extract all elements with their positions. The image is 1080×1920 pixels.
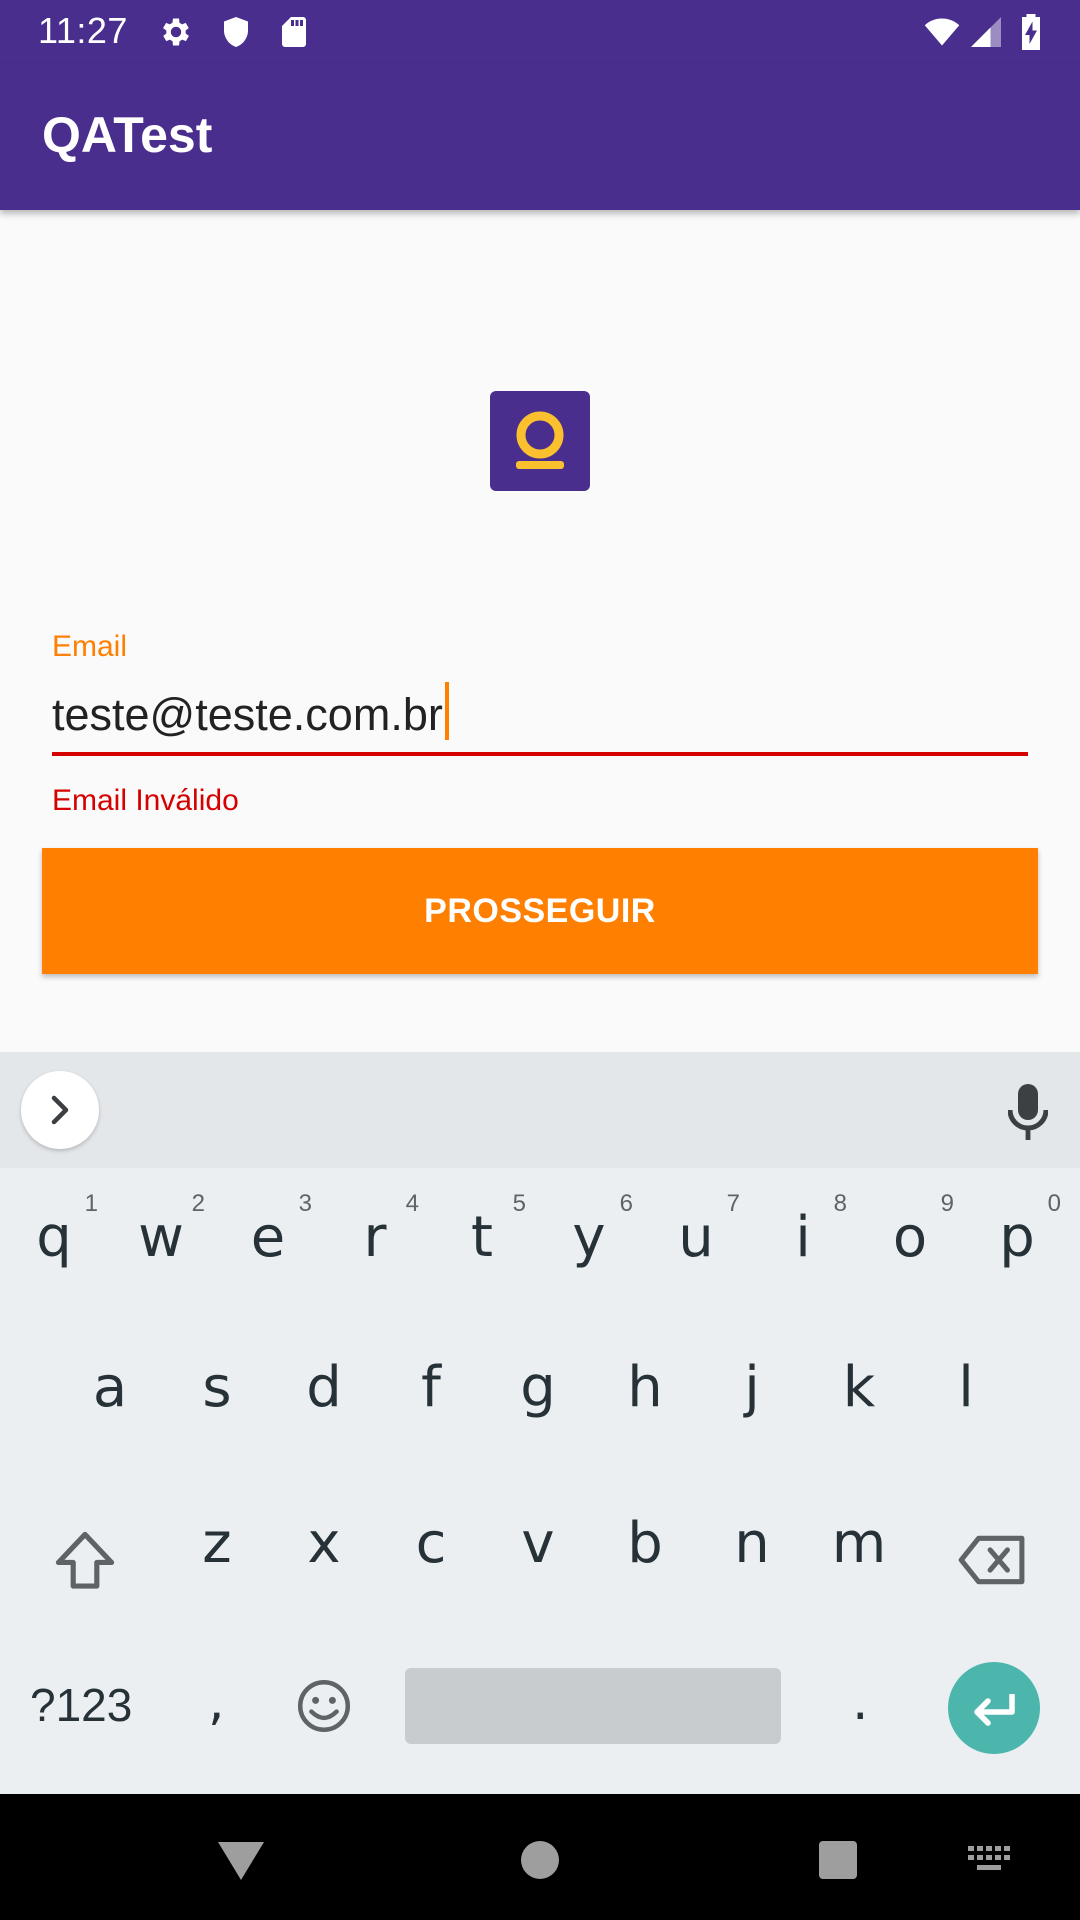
key-b[interactable]: b [591, 1474, 699, 1598]
text-cursor [444, 682, 449, 740]
key-g[interactable]: g [484, 1318, 592, 1442]
emoji-key[interactable] [296, 1678, 352, 1734]
space-key[interactable] [405, 1668, 781, 1744]
key-q[interactable]: q1 [0, 1168, 108, 1292]
key-h[interactable]: h [591, 1318, 699, 1442]
shield-icon [224, 17, 248, 47]
key-f[interactable]: f [377, 1318, 485, 1442]
microphone-icon[interactable] [1008, 1084, 1048, 1140]
key-label: c [415, 1511, 447, 1576]
key-label: f [421, 1355, 441, 1420]
wifi-icon [924, 18, 960, 46]
key-label: b [627, 1511, 663, 1576]
key-hint: 5 [512, 1190, 526, 1217]
key-j[interactable]: j [698, 1318, 806, 1442]
gear-icon [163, 18, 189, 46]
key-label: g [520, 1355, 556, 1420]
status-time: 11:27 [38, 10, 128, 51]
signal-icon [971, 17, 1001, 47]
key-hint: 1 [84, 1190, 98, 1217]
keyboard-toolbar [0, 1052, 1080, 1168]
enter-key[interactable] [948, 1662, 1040, 1754]
key-label: x [307, 1511, 341, 1576]
key-k[interactable]: k [805, 1318, 913, 1442]
key-label: s [202, 1355, 232, 1420]
shift-key[interactable] [52, 1530, 118, 1592]
status-bar: 11:27 [0, 0, 1080, 64]
key-a[interactable]: a [56, 1318, 164, 1442]
key-label: n [734, 1511, 770, 1576]
email-value: teste@teste.com.br [52, 689, 443, 740]
key-i[interactable]: i8 [749, 1168, 857, 1292]
key-w[interactable]: w2 [107, 1168, 215, 1292]
key-l[interactable]: l [912, 1318, 1020, 1442]
keyboard-expand-button[interactable] [21, 1071, 99, 1149]
key-label: m [831, 1511, 887, 1576]
chevron-right-icon [51, 1095, 69, 1125]
app-title: QATest [42, 107, 213, 163]
key-z[interactable]: z [163, 1474, 271, 1598]
key-label: j [744, 1355, 760, 1420]
key-hint: 3 [298, 1190, 312, 1217]
key-label: d [306, 1355, 342, 1420]
soft-keyboard: q1w2e3r4t5y6u7i8o9p0 a s d f g h j k l z x c v b nm ?… [0, 1168, 1080, 1794]
key-label: k [842, 1355, 876, 1420]
user-avatar-icon [516, 411, 564, 469]
key-p[interactable]: p0 [963, 1168, 1071, 1292]
key-e[interactable]: e3 [214, 1168, 322, 1292]
email-error-text: Email Inválido [52, 784, 239, 817]
key-y[interactable]: y6 [535, 1168, 643, 1292]
key-hint: 6 [619, 1190, 633, 1217]
key-hint: 7 [726, 1190, 740, 1217]
key-hint: 4 [405, 1190, 419, 1217]
key-hint: 0 [1047, 1190, 1061, 1217]
recents-icon[interactable] [816, 1838, 860, 1882]
key-label: l [958, 1355, 974, 1420]
email-field[interactable]: teste@teste.com.br [52, 680, 1028, 756]
key-label: z [202, 1511, 232, 1576]
sd-card-icon [282, 17, 306, 47]
key-t[interactable]: t5 [428, 1168, 536, 1292]
home-icon[interactable] [518, 1838, 562, 1882]
login-form: Email teste@teste.com.br Email Inválido … [0, 210, 1080, 1050]
key-label: a [92, 1355, 128, 1420]
key-s[interactable]: s [163, 1318, 271, 1442]
key-m[interactable]: m [805, 1474, 913, 1598]
navigation-bar [0, 1794, 1080, 1920]
key-hint: 2 [191, 1190, 205, 1217]
comma-key[interactable]: , [208, 1672, 225, 1732]
back-icon[interactable] [216, 1838, 266, 1882]
keyboard-switch-icon[interactable] [968, 1846, 1012, 1874]
email-label: Email [52, 630, 128, 663]
key-v[interactable]: v [484, 1474, 592, 1598]
key-hint: 8 [833, 1190, 847, 1217]
key-hint: 9 [940, 1190, 954, 1217]
battery-charging-icon [1022, 14, 1040, 50]
key-u[interactable]: u7 [642, 1168, 750, 1292]
key-label: v [521, 1511, 555, 1576]
proceed-button[interactable]: PROSSEGUIR [42, 848, 1038, 974]
enter-arrow-icon [974, 1694, 1015, 1726]
app-logo [490, 391, 590, 491]
app-bar: QATest [0, 64, 1080, 210]
key-n[interactable]: n [698, 1474, 806, 1598]
backspace-key[interactable] [958, 1534, 1028, 1586]
key-x[interactable]: x [270, 1474, 378, 1598]
key-o[interactable]: o9 [856, 1168, 964, 1292]
key-c[interactable]: c [377, 1474, 485, 1598]
key-label: h [627, 1355, 663, 1420]
symbols-key[interactable]: ?123 [30, 1678, 132, 1732]
key-r[interactable]: r4 [321, 1168, 429, 1292]
key-d[interactable]: d [270, 1318, 378, 1442]
period-key[interactable]: . [852, 1672, 869, 1732]
